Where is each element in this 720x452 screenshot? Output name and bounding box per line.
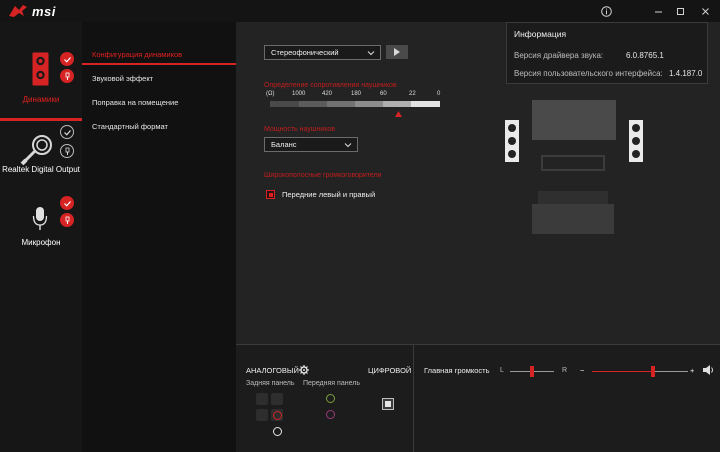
plug-icon [60, 144, 74, 158]
speaker-volume-icon[interactable] [703, 365, 715, 375]
sofa-shape [532, 204, 614, 234]
front-panel-label: Передняя панель [303, 380, 360, 387]
fullrange-title: Широкополосные громкоговорители [264, 172, 382, 179]
main-volume-label: Главная громкость [424, 366, 490, 375]
fullrange-option-label: Передние левый и правый [282, 190, 376, 199]
check-icon [60, 196, 74, 210]
maximize-icon[interactable] [672, 3, 688, 19]
info-panel: Информация Версия драйвера звука: 6.0.87… [506, 22, 708, 84]
front-mic-jack-icon[interactable] [326, 410, 335, 419]
speaker-room-diagram [505, 100, 643, 234]
play-icon [394, 48, 400, 56]
rear-jack-ring-icon [272, 426, 282, 436]
impedance-tick: 420 [322, 91, 333, 97]
microphone-icon [32, 207, 48, 230]
volume-panel [414, 344, 720, 452]
rear-output-jack-icon [272, 410, 282, 420]
balance-right-label: R [562, 367, 568, 374]
power-value: Баланс [271, 140, 297, 149]
tv-screen-shape [532, 100, 616, 140]
left-speaker-icon [505, 120, 519, 162]
front-headphone-jack-icon[interactable] [326, 394, 335, 403]
balance-left-label: L [500, 367, 504, 374]
rear-jack[interactable] [256, 393, 268, 405]
speaker-mode-value: Стереофонический [271, 48, 339, 57]
volume-plus-label[interactable]: + [690, 366, 694, 375]
close-icon[interactable] [697, 3, 713, 19]
device-label-digital-output: Realtek Digital Output [2, 165, 80, 174]
gear-icon[interactable] [299, 365, 309, 375]
impedance-bar-segment [270, 101, 299, 107]
fullrange-checkbox[interactable] [266, 190, 275, 199]
impedance-tick: 60 [380, 91, 387, 97]
brand-text: msi [32, 3, 56, 19]
volume-slider-fill [592, 371, 654, 372]
minimize-icon[interactable] [650, 3, 666, 19]
impedance-tick: 180 [351, 91, 362, 97]
tab-sound-effect[interactable]: Звуковой эффект [92, 74, 153, 83]
rear-jack[interactable] [271, 393, 283, 405]
impedance-marker-icon [395, 111, 402, 117]
tab-list: Конфигурация динамиков Звуковой эффект П… [82, 22, 236, 452]
device-microphone[interactable]: Микрофон [0, 192, 82, 254]
power-title: Мощность наушников [264, 126, 335, 133]
dragon-icon [9, 5, 27, 17]
rear-jack[interactable] [256, 409, 268, 421]
plug-icon [60, 213, 74, 227]
chevron-down-icon [344, 143, 352, 148]
impedance-bar-segment [383, 101, 411, 107]
impedance-tick: (Ω) [266, 91, 275, 97]
driver-version-label: Версия драйвера звука: [514, 51, 604, 60]
rear-panel-label: Задняя панель [246, 380, 295, 387]
ui-version-value: 1.4.187.0 [669, 69, 703, 78]
tab-speaker-config[interactable]: Конфигурация динамиков [92, 50, 182, 59]
impedance-bar-segment [327, 101, 355, 107]
device-digital-output[interactable]: Realtek Digital Output [0, 121, 82, 191]
active-tab-underline [82, 63, 236, 65]
impedance-bar-segment [299, 101, 327, 107]
power-select[interactable]: Баланс [264, 137, 358, 152]
ui-version-label: Версия пользовательского интерфейса: [514, 69, 663, 78]
play-test-button[interactable] [386, 45, 408, 59]
check-icon [60, 52, 74, 66]
tab-default-format[interactable]: Стандартный формат [92, 122, 168, 131]
driver-version-value: 6.0.8765.1 [626, 51, 664, 60]
device-label-speakers: Динамики [22, 95, 60, 104]
check-icon [60, 125, 74, 139]
device-label-microphone: Микрофон [21, 238, 61, 247]
optical-port-icon[interactable] [382, 398, 394, 410]
tab-room-correction[interactable]: Поправка на помещение [92, 98, 178, 107]
impedance-tick: 22 [409, 91, 416, 97]
volume-slider-knob[interactable] [651, 366, 656, 377]
analog-label: АНАЛОГОВЫЙ [246, 366, 299, 375]
impedance-tick: 0 [437, 91, 441, 97]
impedance-title: Определение сопротивления наушников [264, 82, 397, 89]
table-shape [541, 155, 605, 171]
right-speaker-icon [629, 120, 643, 162]
digital-label: ЦИФРОВОЙ [368, 366, 412, 375]
device-speakers[interactable]: Динамики [0, 48, 82, 118]
impedance-bar-segment [411, 101, 440, 107]
impedance-bar-segment [355, 101, 383, 107]
speaker-icon [32, 52, 49, 86]
balance-slider-knob[interactable] [530, 366, 534, 377]
plug-icon [60, 69, 74, 83]
info-circle-icon[interactable] [598, 3, 614, 19]
info-title: Информация [514, 29, 567, 39]
speaker-mode-select[interactable]: Стереофонический [264, 45, 381, 60]
chevron-down-icon [367, 51, 375, 56]
volume-minus-label[interactable]: − [580, 366, 584, 375]
msi-logo: msi [8, 3, 68, 19]
impedance-tick: 1000 [292, 91, 306, 97]
